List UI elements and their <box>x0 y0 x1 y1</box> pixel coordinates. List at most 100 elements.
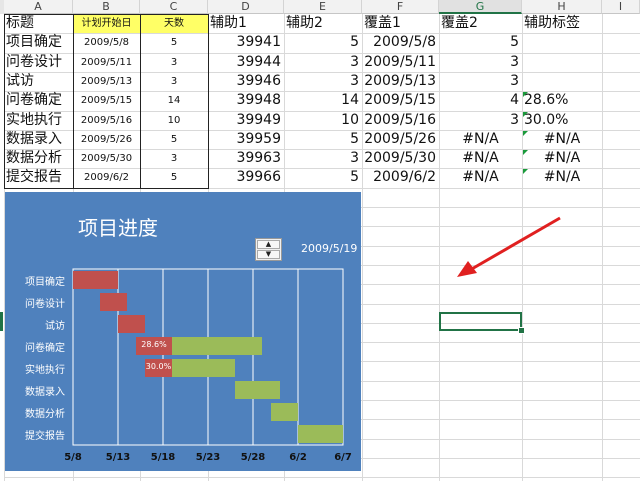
cell-cover2-row-3[interactable]: 3 <box>439 72 522 91</box>
cell-aux1-row-1[interactable]: 39941 <box>208 33 284 52</box>
column-header-E[interactable]: E <box>284 0 362 14</box>
cell-cover1-row-7[interactable]: 2009/5/30 <box>362 149 439 168</box>
cell-cover1-row-1[interactable]: 2009/5/8 <box>362 33 439 52</box>
cell-aux1-row-2[interactable]: 39944 <box>208 53 284 72</box>
cell-days-row-1[interactable]: 5 <box>140 33 208 52</box>
cell-aux2-row-2[interactable]: 3 <box>284 53 362 72</box>
column-header-A[interactable]: A <box>4 0 73 14</box>
cell-aux2-row-4[interactable]: 14 <box>284 91 362 110</box>
cell-days-row-4[interactable]: 14 <box>140 91 208 110</box>
x-tick-label: 6/7 <box>334 452 352 463</box>
cell-cover2-row-2[interactable]: 3 <box>439 53 522 72</box>
cell-aux2-row-1[interactable]: 5 <box>284 33 362 52</box>
fill-handle[interactable] <box>518 327 525 334</box>
cell-aux1-row-6[interactable]: 39959 <box>208 130 284 149</box>
cell-aux1-row-3[interactable]: 39946 <box>208 72 284 91</box>
completed-bar[interactable] <box>118 315 145 333</box>
remaining-bar[interactable] <box>298 425 343 443</box>
cell-cover1-row-2[interactable]: 2009/5/11 <box>362 53 439 72</box>
cell-days-row-2[interactable]: 3 <box>140 53 208 72</box>
cell-cover1-row-8[interactable]: 2009/6/2 <box>362 168 439 187</box>
error-indicator-icon <box>523 112 528 117</box>
column-header-H[interactable]: H <box>522 0 602 14</box>
cell-days-row-5[interactable]: 10 <box>140 111 208 130</box>
header-cell-C[interactable]: 天数 <box>140 14 208 33</box>
cell-aux2-row-8[interactable]: 5 <box>284 168 362 187</box>
cell-cover1-row-4[interactable]: 2009/5/15 <box>362 91 439 110</box>
header-cell-H[interactable]: 辅助标签 <box>522 14 602 33</box>
gantt-chart[interactable]: 项目进度 2009/5/19 ▲ ▼ 5/8 5/13 5/18 5/23 5/28 6/… <box>5 192 361 471</box>
cell-label-row-3[interactable] <box>522 72 602 91</box>
cell-start-row-5[interactable]: 2009/5/16 <box>73 111 140 130</box>
remaining-bar[interactable] <box>271 403 298 421</box>
cell-title-row-5[interactable]: 实地执行 <box>4 111 73 130</box>
cell-cover2-row-4[interactable]: 4 <box>439 91 522 110</box>
cell-aux2-row-5[interactable]: 10 <box>284 111 362 130</box>
cell-title-row-7[interactable]: 数据分析 <box>4 149 73 168</box>
cell-label-row-6[interactable]: #N/A <box>522 130 602 149</box>
column-header-D[interactable]: D <box>208 0 284 14</box>
cell-start-row-3[interactable]: 2009/5/13 <box>73 72 140 91</box>
cell-days-row-3[interactable]: 3 <box>140 72 208 91</box>
cell-aux2-row-7[interactable]: 3 <box>284 149 362 168</box>
header-cell-E[interactable]: 辅助2 <box>284 14 362 33</box>
x-tick-label: 6/2 <box>289 452 307 463</box>
header-cell-A[interactable]: 标题 <box>4 14 73 33</box>
header-cell-B[interactable]: 计划开始日 <box>73 14 140 33</box>
error-indicator-icon <box>523 131 528 136</box>
cell-cover1-row-3[interactable]: 2009/5/13 <box>362 72 439 91</box>
cell-cover2-row-5[interactable]: 3 <box>439 111 522 130</box>
cell-title-row-3[interactable]: 试访 <box>4 72 73 91</box>
cell-label-row-1[interactable] <box>522 33 602 52</box>
cell-label-row-4[interactable]: 28.6% <box>522 91 602 110</box>
column-header-G[interactable]: G <box>439 0 522 14</box>
remaining-bar[interactable] <box>172 337 262 355</box>
cell-start-row-4[interactable]: 2009/5/15 <box>73 91 140 110</box>
category-label: 项目确定 <box>25 277 65 288</box>
cell-start-row-7[interactable]: 2009/5/30 <box>73 149 140 168</box>
cell-aux1-row-7[interactable]: 39963 <box>208 149 284 168</box>
active-cell-G15[interactable] <box>439 312 522 331</box>
cell-days-row-7[interactable]: 3 <box>140 149 208 168</box>
category-label: 数据分析 <box>25 409 65 420</box>
cell-label-row-2[interactable] <box>522 53 602 72</box>
column-header-F[interactable]: F <box>362 0 439 14</box>
cell-title-row-1[interactable]: 项目确定 <box>4 33 73 52</box>
column-header-B[interactable]: B <box>73 0 140 14</box>
cell-aux2-row-6[interactable]: 5 <box>284 130 362 149</box>
cell-cover2-row-8[interactable]: #N/A <box>439 168 522 187</box>
cell-cover1-row-5[interactable]: 2009/5/16 <box>362 111 439 130</box>
header-cell-F[interactable]: 覆盖1 <box>362 14 439 33</box>
cell-aux1-row-4[interactable]: 39948 <box>208 91 284 110</box>
cell-start-row-2[interactable]: 2009/5/11 <box>73 53 140 72</box>
cell-days-row-8[interactable]: 5 <box>140 168 208 187</box>
remaining-bar[interactable] <box>172 359 235 377</box>
header-cell-G[interactable]: 覆盖2 <box>439 14 522 33</box>
cell-label-row-7[interactable]: #N/A <box>522 149 602 168</box>
cell-title-row-4[interactable]: 问卷确定 <box>4 91 73 110</box>
cell-title-row-2[interactable]: 问卷设计 <box>4 53 73 72</box>
remaining-bar[interactable] <box>235 381 280 399</box>
cell-aux1-row-5[interactable]: 39949 <box>208 111 284 130</box>
cell-aux1-row-8[interactable]: 39966 <box>208 168 284 187</box>
cell-start-row-1[interactable]: 2009/5/8 <box>73 33 140 52</box>
gridline-v <box>602 14 603 481</box>
completed-bar[interactable] <box>73 271 118 289</box>
cell-cover1-row-6[interactable]: 2009/5/26 <box>362 130 439 149</box>
cell-start-row-6[interactable]: 2009/5/26 <box>73 130 140 149</box>
cell-cover2-row-7[interactable]: #N/A <box>439 149 522 168</box>
cell-days-row-6[interactable]: 5 <box>140 130 208 149</box>
column-header-C[interactable]: C <box>140 0 208 14</box>
category-label: 实地执行 <box>25 365 65 376</box>
cell-aux2-row-3[interactable]: 3 <box>284 72 362 91</box>
cell-label-row-5[interactable]: 30.0% <box>522 111 602 130</box>
cell-label-row-8[interactable]: #N/A <box>522 168 602 187</box>
header-cell-D[interactable]: 辅助1 <box>208 14 284 33</box>
cell-title-row-6[interactable]: 数据录入 <box>4 130 73 149</box>
cell-title-row-8[interactable]: 提交报告 <box>4 168 73 187</box>
completed-bar[interactable] <box>100 293 127 311</box>
cell-cover2-row-1[interactable]: 5 <box>439 33 522 52</box>
cell-start-row-8[interactable]: 2009/6/2 <box>73 168 140 187</box>
cell-cover2-row-6[interactable]: #N/A <box>439 130 522 149</box>
column-header-I[interactable]: I <box>602 0 640 14</box>
